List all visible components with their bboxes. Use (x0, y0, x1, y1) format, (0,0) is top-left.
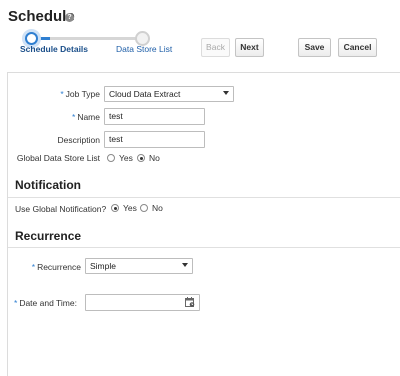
name-value: test (109, 111, 123, 121)
description-input[interactable]: test (104, 131, 205, 148)
help-icon[interactable]: ? (65, 13, 74, 22)
global-data-store-no-label[interactable]: No (149, 153, 160, 163)
use-global-yes-label[interactable]: Yes (123, 203, 137, 213)
notification-section-title: Notification (15, 178, 81, 192)
use-global-no-label[interactable]: No (152, 203, 163, 213)
recurrence-select[interactable]: Simple (85, 258, 193, 274)
description-label-text: Description (57, 135, 100, 145)
recurrence-value: Simple (90, 261, 116, 271)
cancel-button-label: Cancel (343, 42, 372, 52)
recurrence-section-title: Recurrence (15, 229, 82, 243)
save-button[interactable]: Save (298, 38, 331, 57)
date-time-label-text: Date and Time: (19, 298, 77, 308)
description-value: test (109, 134, 123, 144)
required-marker: * (31, 262, 36, 272)
chevron-down-icon (182, 263, 188, 267)
recurrence-label-text: Recurrence (37, 262, 81, 272)
name-label: * Name (20, 112, 100, 122)
required-marker: * (14, 298, 18, 308)
step-label-schedule-details[interactable]: Schedule Details (20, 44, 88, 54)
section-divider (8, 197, 400, 198)
job-type-label: * Job Type (20, 89, 100, 99)
date-time-input[interactable] (85, 294, 200, 311)
global-data-store-yes-radio[interactable] (107, 154, 115, 162)
required-marker: * (60, 89, 64, 99)
global-data-store-yes-label[interactable]: Yes (119, 153, 133, 163)
save-button-label: Save (304, 42, 325, 52)
name-input[interactable]: test (104, 108, 205, 125)
use-global-no-radio[interactable] (140, 204, 148, 212)
chevron-down-icon (223, 91, 229, 95)
date-time-label: * Date and Time: (14, 298, 77, 308)
cancel-button[interactable]: Cancel (338, 38, 377, 57)
use-global-yes-radio[interactable] (111, 204, 119, 212)
next-button-label: Next (240, 42, 259, 52)
global-data-store-no-radio[interactable] (137, 154, 145, 162)
global-data-store-list-label: Global Data Store List (16, 153, 100, 163)
step-label-data-store-list[interactable]: Data Store List (116, 44, 172, 54)
next-button[interactable]: Next (235, 38, 264, 57)
calendar-icon[interactable] (185, 297, 195, 307)
required-marker: * (72, 112, 76, 122)
recurrence-label: * Recurrence (20, 262, 81, 272)
use-global-notification-label: Use Global Notification? (15, 204, 107, 214)
back-button[interactable]: Back (201, 38, 230, 57)
train-stop-current-marker (27, 34, 36, 43)
name-label-text: Name (77, 112, 100, 122)
job-type-label-text: Job Type (65, 89, 100, 99)
description-label: Description (20, 135, 100, 145)
section-divider (8, 247, 400, 248)
job-type-value: Cloud Data Extract (109, 89, 181, 99)
back-button-label: Back (206, 42, 225, 52)
job-type-select[interactable]: Cloud Data Extract (104, 86, 234, 102)
